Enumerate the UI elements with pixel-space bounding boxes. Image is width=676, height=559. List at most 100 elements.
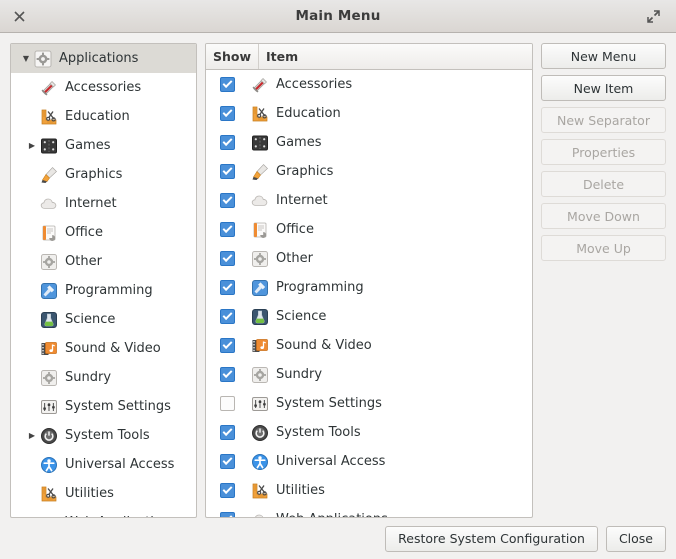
menu-tree-panel[interactable]: ▼ Applications Accessories Education ▶ Games G… — [10, 43, 197, 518]
list-row[interactable]: Internet — [206, 186, 532, 215]
chevron-right-icon[interactable]: ▶ — [24, 141, 40, 150]
show-cell[interactable] — [206, 222, 251, 237]
tree-row[interactable]: ▶ System Tools — [11, 421, 196, 450]
show-cell[interactable] — [206, 309, 251, 324]
tree-row-label: Universal Access — [65, 457, 175, 472]
show-cell[interactable] — [206, 77, 251, 92]
list-row[interactable]: System Tools — [206, 418, 532, 447]
list-row-label: Sundry — [276, 367, 323, 382]
checkbox-checked[interactable] — [220, 367, 235, 382]
power-icon — [40, 427, 58, 445]
show-cell[interactable] — [206, 338, 251, 353]
flask-icon — [40, 311, 58, 329]
list-row[interactable]: Programming — [206, 273, 532, 302]
menu-item-list[interactable]: Accessories Education Games Graphics Interne… — [206, 70, 532, 517]
checkbox-checked[interactable] — [220, 280, 235, 295]
column-header-item[interactable]: Item — [259, 44, 532, 69]
flask-icon — [251, 308, 269, 326]
checkbox-checked[interactable] — [220, 483, 235, 498]
tree-row-label: Utilities — [65, 486, 114, 501]
tree-row-root[interactable]: ▼ Applications — [11, 44, 196, 73]
list-row[interactable]: Web Applications — [206, 505, 532, 517]
new-item-button[interactable]: New Item — [541, 75, 666, 101]
chevron-right-icon[interactable]: ▶ — [24, 431, 40, 440]
close-button[interactable]: Close — [605, 525, 666, 552]
show-cell[interactable] — [206, 251, 251, 266]
gear-icon — [34, 50, 52, 68]
list-row[interactable]: Universal Access — [206, 447, 532, 476]
sliders-icon — [40, 398, 58, 416]
list-row[interactable]: Education — [206, 99, 532, 128]
tree-row[interactable]: Science — [11, 305, 196, 334]
delete-button: Delete — [541, 171, 666, 197]
checkbox-checked[interactable] — [220, 77, 235, 92]
list-row[interactable]: Science — [206, 302, 532, 331]
list-row[interactable]: Other — [206, 244, 532, 273]
paintbrush-icon — [251, 163, 269, 181]
show-cell[interactable] — [206, 425, 251, 440]
list-row[interactable]: Accessories — [206, 70, 532, 99]
list-row[interactable]: Games — [206, 128, 532, 157]
tree-row[interactable]: Office — [11, 218, 196, 247]
list-column-header: Show Item — [206, 44, 532, 70]
show-cell[interactable] — [206, 396, 251, 411]
tree-row[interactable]: System Settings — [11, 392, 196, 421]
list-row[interactable]: Graphics — [206, 157, 532, 186]
tree-row-label: Sundry — [65, 370, 112, 385]
checkbox-unchecked[interactable] — [220, 396, 235, 411]
show-cell[interactable] — [206, 454, 251, 469]
show-cell[interactable] — [206, 483, 251, 498]
tree-row-label: Science — [65, 312, 116, 327]
checkbox-checked[interactable] — [220, 193, 235, 208]
show-cell[interactable] — [206, 512, 251, 517]
restore-system-configuration-button[interactable]: Restore System Configuration — [385, 525, 598, 552]
list-row[interactable]: Utilities — [206, 476, 532, 505]
list-row[interactable]: Office — [206, 215, 532, 244]
gear-box-icon — [251, 366, 269, 384]
show-cell[interactable] — [206, 367, 251, 382]
chevron-down-icon[interactable]: ▼ — [18, 54, 34, 63]
checkbox-checked[interactable] — [220, 106, 235, 121]
tree-row[interactable]: Universal Access — [11, 450, 196, 479]
checkbox-checked[interactable] — [220, 309, 235, 324]
checkbox-checked[interactable] — [220, 164, 235, 179]
tree-row[interactable]: Accessories — [11, 73, 196, 102]
tree-row[interactable]: Graphics — [11, 160, 196, 189]
checkbox-checked[interactable] — [220, 425, 235, 440]
list-row-label: Science — [276, 309, 327, 324]
list-row[interactable]: Sundry — [206, 360, 532, 389]
accessibility-icon — [40, 456, 58, 474]
tree-row[interactable]: Education — [11, 102, 196, 131]
tree-row[interactable]: Sundry — [11, 363, 196, 392]
tree-row[interactable]: Internet — [11, 189, 196, 218]
show-cell[interactable] — [206, 164, 251, 179]
maximize-icon[interactable] — [640, 5, 666, 27]
tree-row[interactable]: Other — [11, 247, 196, 276]
show-cell[interactable] — [206, 106, 251, 121]
show-cell[interactable] — [206, 135, 251, 150]
list-row[interactable]: System Settings — [206, 389, 532, 418]
show-cell[interactable] — [206, 193, 251, 208]
tree-row[interactable]: ▶ Games — [11, 131, 196, 160]
list-row[interactable]: Sound & Video — [206, 331, 532, 360]
checkbox-checked[interactable] — [220, 222, 235, 237]
checkbox-checked[interactable] — [220, 338, 235, 353]
tree-row[interactable]: Programming — [11, 276, 196, 305]
swiss-knife-icon — [251, 76, 269, 94]
tree-row[interactable]: Web Applications — [11, 508, 196, 517]
checkbox-checked[interactable] — [220, 135, 235, 150]
menu-tree[interactable]: ▼ Applications Accessories Education ▶ Games G… — [11, 44, 196, 517]
checkbox-checked[interactable] — [220, 251, 235, 266]
menu-item-list-panel[interactable]: Show Item Accessories Education Games Graph… — [205, 43, 533, 518]
checkbox-checked[interactable] — [220, 454, 235, 469]
tree-row[interactable]: Sound & Video — [11, 334, 196, 363]
show-cell[interactable] — [206, 280, 251, 295]
tree-row[interactable]: Utilities — [11, 479, 196, 508]
list-row-label: Accessories — [276, 77, 353, 92]
column-header-show[interactable]: Show — [206, 44, 259, 69]
new-menu-button[interactable]: New Menu — [541, 43, 666, 69]
checkbox-checked[interactable] — [220, 512, 235, 517]
close-icon[interactable] — [6, 5, 32, 27]
list-row-label: Utilities — [276, 483, 325, 498]
tree-row-label: Education — [65, 109, 130, 124]
